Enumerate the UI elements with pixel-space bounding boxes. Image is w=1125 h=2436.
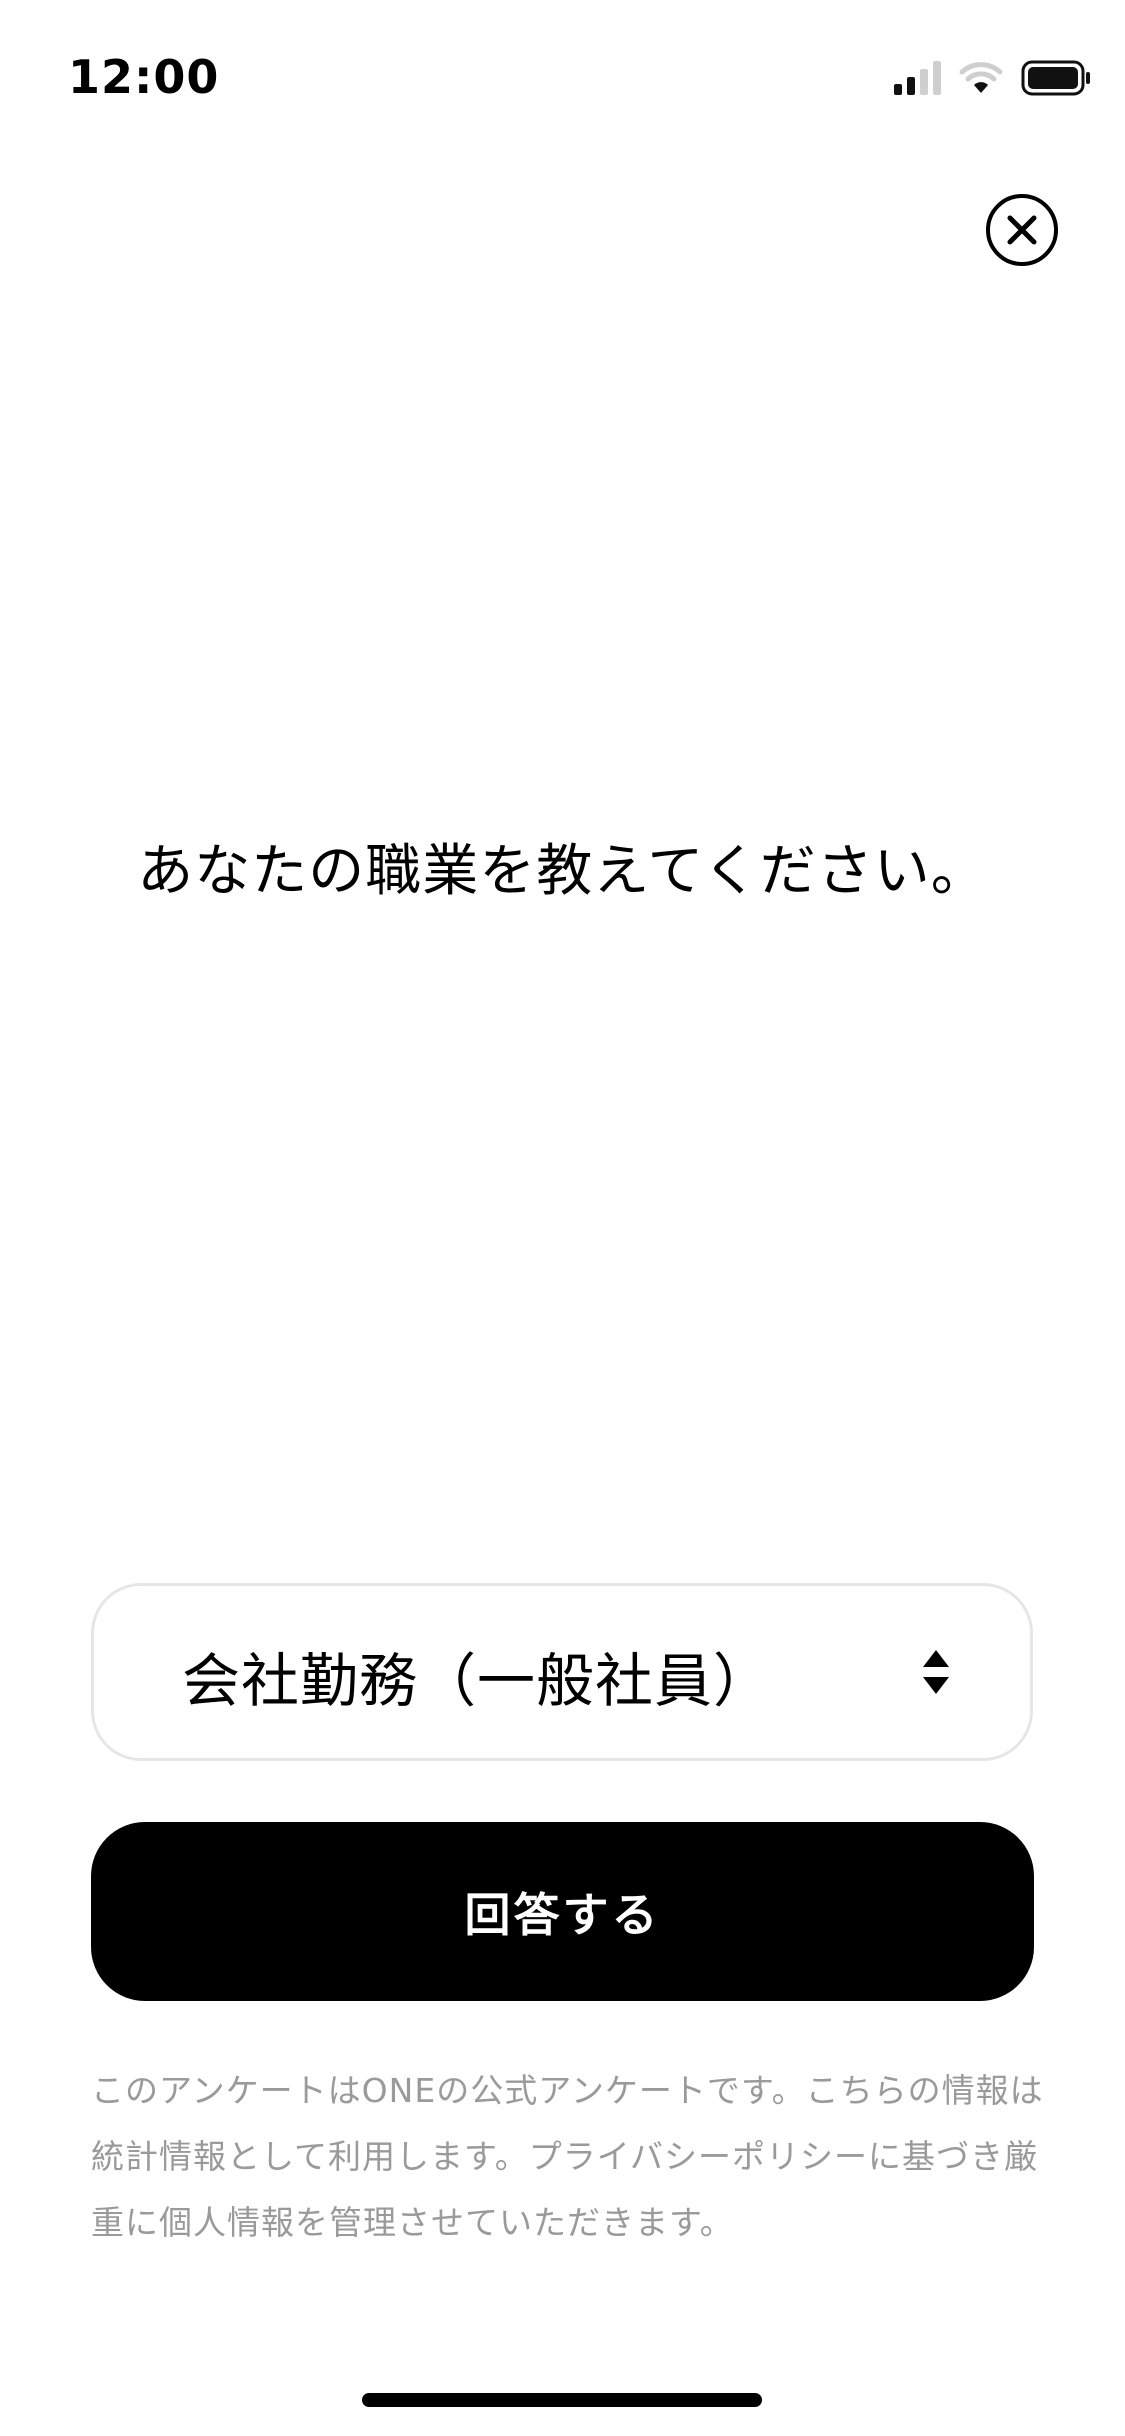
submit-button[interactable]: 回答する <box>91 1822 1034 2001</box>
close-icon <box>1007 215 1037 245</box>
status-icons <box>894 60 1093 96</box>
occupation-select[interactable]: 会社勤務（一般社員） <box>91 1583 1033 1761</box>
close-button[interactable] <box>986 194 1058 266</box>
disclaimer-text: このアンケートはONEの公式アンケートです。こちらの情報は統計情報として利用しま… <box>91 2071 1044 2242</box>
status-time: 12:00 <box>68 50 220 104</box>
select-value: 会社勤務（一般社員） <box>182 1647 773 1715</box>
wifi-icon <box>959 62 1003 93</box>
home-indicator[interactable] <box>362 2393 762 2407</box>
question-text: あなたの職業を教えてください。 <box>137 839 988 904</box>
sort-arrows-icon <box>923 1650 949 1694</box>
cellular-signal-icon <box>894 61 941 95</box>
status-bar: 12:00 <box>0 0 1125 140</box>
battery-icon <box>1021 60 1090 96</box>
